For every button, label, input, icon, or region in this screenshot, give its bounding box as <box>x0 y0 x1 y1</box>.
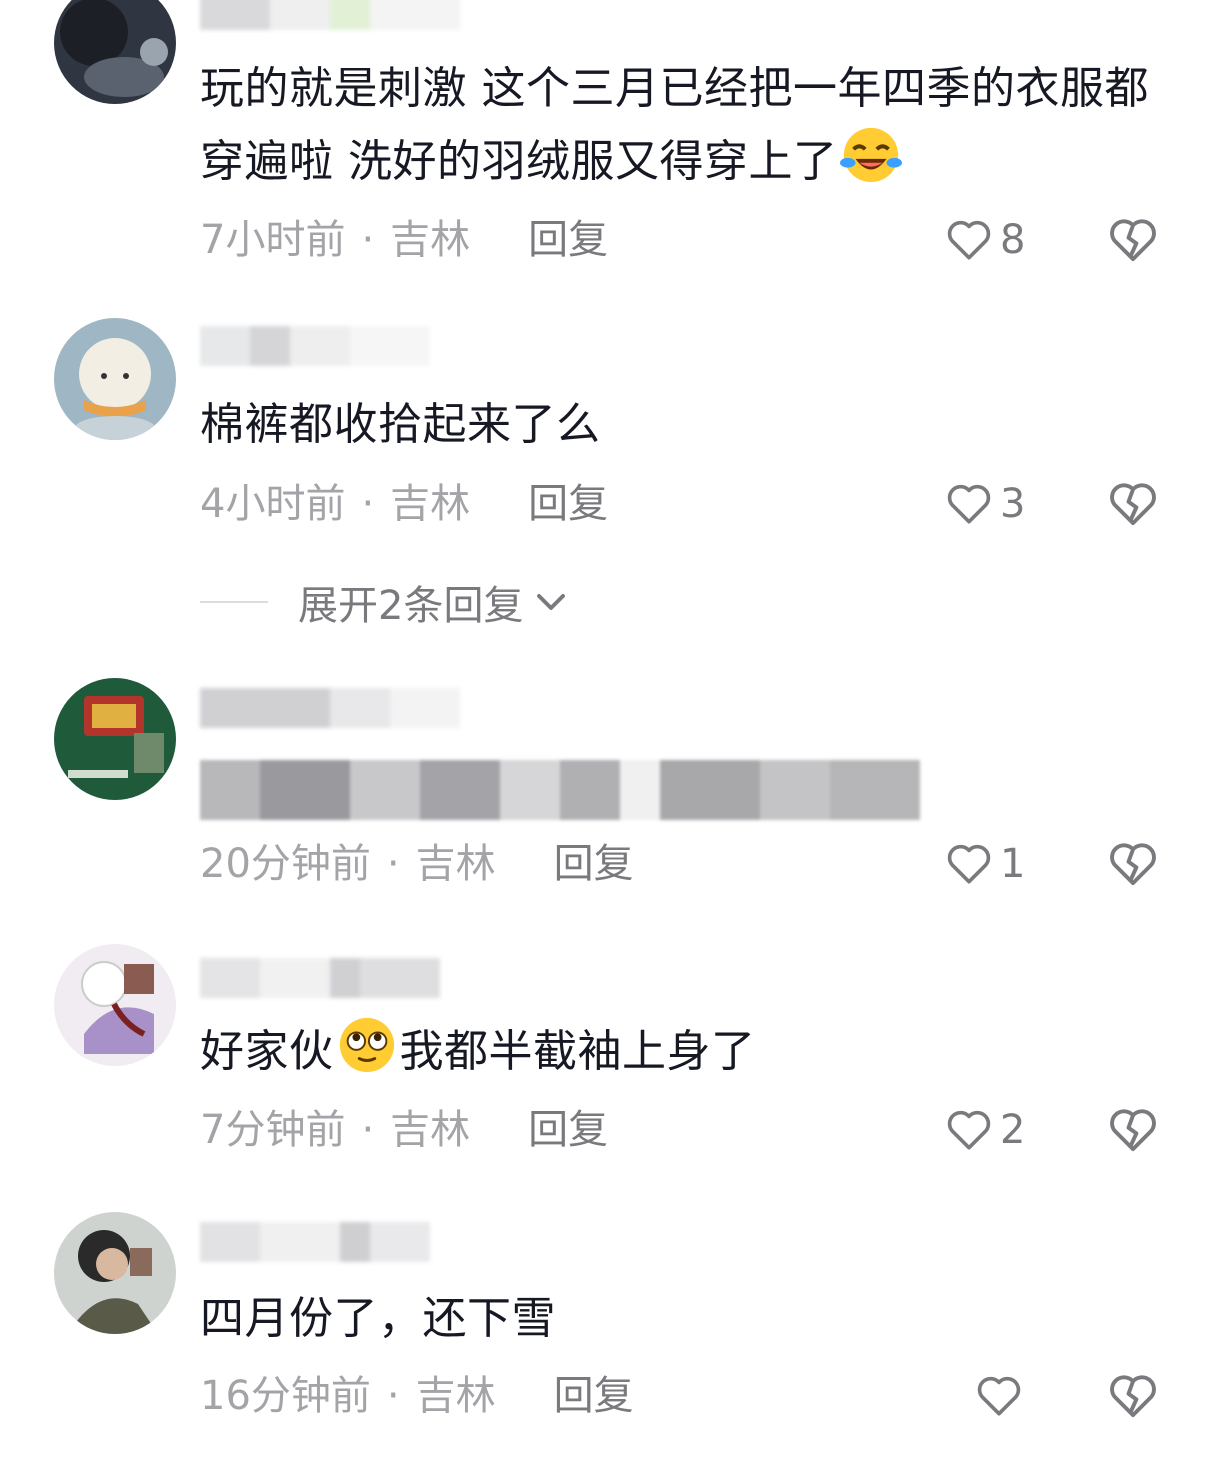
heart-outline-icon <box>947 844 991 884</box>
avatar[interactable] <box>54 678 176 800</box>
avatar-image <box>54 318 176 440</box>
avatar-image <box>54 0 176 104</box>
username-masked <box>200 958 480 998</box>
expand-replies-button[interactable]: 展开2条回复 <box>200 572 569 632</box>
avatar[interactable] <box>54 0 176 104</box>
reply-button[interactable]: 回复 <box>528 1100 608 1160</box>
comment-text: 好家伙 我都半截袖上身了 <box>200 1014 1168 1087</box>
heart-outline-icon <box>947 484 991 524</box>
location: 吉林 <box>390 217 471 263</box>
rolling-eyes-emoji <box>339 1017 394 1073</box>
separator: · <box>361 217 375 263</box>
heart-outline-icon <box>947 1110 991 1150</box>
reply-button[interactable]: 回复 <box>554 1366 634 1426</box>
separator: · <box>361 1107 375 1153</box>
avatar-image <box>54 678 176 800</box>
comment-meta: 16分钟前 · 吉林 回复 <box>200 1366 634 1426</box>
comment-meta: 7小时前 · 吉林 回复 <box>200 210 608 270</box>
comment-meta: 20分钟前 · 吉林 回复 <box>200 834 634 894</box>
separator: · <box>361 481 375 527</box>
timestamp: 16分钟前 <box>200 1373 371 1419</box>
like-count: 8 <box>1000 217 1026 263</box>
like-button[interactable]: 2 <box>944 1100 1025 1160</box>
comment-text-masked <box>200 760 920 820</box>
chevron-down-icon <box>537 594 566 610</box>
broken-heart-icon[interactable] <box>1106 213 1160 267</box>
avatar[interactable] <box>54 1212 176 1334</box>
username-masked <box>200 688 480 728</box>
like-count: 1 <box>1000 841 1026 887</box>
comment-meta: 4小时前 · 吉林 回复 <box>200 474 608 534</box>
username-masked <box>200 0 480 30</box>
reply-button[interactable]: 回复 <box>528 474 608 534</box>
timestamp: 7分钟前 <box>200 1107 346 1153</box>
heart-outline-icon <box>947 220 991 260</box>
avatar[interactable] <box>54 318 176 440</box>
heart-outline-icon <box>977 1376 1021 1416</box>
comment-text: 四月份了，还下雪 <box>200 1293 556 1344</box>
expand-label: 展开2条回复 <box>298 583 524 629</box>
like-button[interactable] <box>974 1366 1030 1426</box>
like-button[interactable]: 8 <box>944 210 1025 270</box>
reply-button[interactable]: 回复 <box>554 834 634 894</box>
timestamp: 7小时前 <box>200 217 346 263</box>
like-button[interactable]: 3 <box>944 474 1025 534</box>
username-masked <box>200 1222 480 1262</box>
avatar[interactable] <box>54 944 176 1066</box>
location: 吉林 <box>415 1373 496 1419</box>
separator: · <box>386 1373 400 1419</box>
like-button[interactable]: 1 <box>944 834 1025 894</box>
reply-button[interactable]: 回复 <box>528 210 608 270</box>
like-count: 2 <box>1000 1107 1026 1153</box>
comment-meta: 7分钟前 · 吉林 回复 <box>200 1100 608 1160</box>
location: 吉林 <box>390 1107 471 1153</box>
location: 吉林 <box>415 841 496 887</box>
divider <box>200 601 268 603</box>
broken-heart-icon[interactable] <box>1106 1369 1160 1423</box>
broken-heart-icon[interactable] <box>1106 837 1160 891</box>
broken-heart-icon[interactable] <box>1106 1103 1160 1157</box>
username-masked <box>200 326 480 366</box>
timestamp: 20分钟前 <box>200 841 371 887</box>
location: 吉林 <box>390 481 471 527</box>
timestamp: 4小时前 <box>200 481 346 527</box>
avatar-image <box>54 1212 176 1334</box>
like-count: 3 <box>1000 481 1026 527</box>
comment-text: 棉裤都收拾起来了么 <box>200 399 601 450</box>
laughing-crying-emoji <box>839 127 902 183</box>
separator: · <box>386 841 400 887</box>
broken-heart-icon[interactable] <box>1106 477 1160 531</box>
comment-text: 玩的就是刺激 这个三月已经把一年四季的衣服都穿遍啦 洗好的羽绒服又得穿上了 <box>200 63 1149 187</box>
avatar-image <box>54 944 176 1066</box>
